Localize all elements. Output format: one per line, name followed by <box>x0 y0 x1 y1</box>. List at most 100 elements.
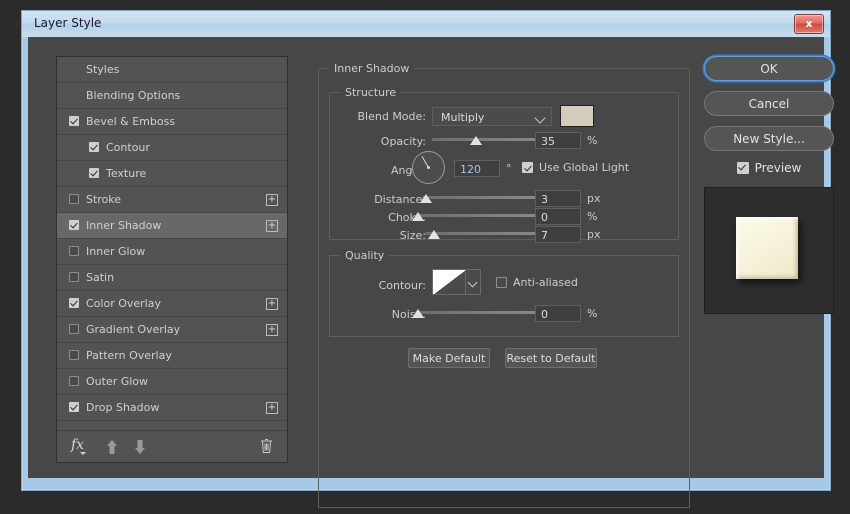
noise-input[interactable]: 0 <box>535 305 581 322</box>
style-item-checkbox[interactable] <box>69 298 79 308</box>
style-item-label: Pattern Overlay <box>86 349 172 362</box>
style-item-label: Texture <box>106 167 146 180</box>
blend-mode-value: Multiply <box>441 111 484 124</box>
blend-mode-label: Blend Mode: <box>340 110 426 123</box>
style-item-checkbox[interactable] <box>69 350 79 360</box>
structure-group: Structure Blend Mode: Multiply Opacity: … <box>329 92 679 240</box>
shadow-color-swatch[interactable] <box>560 105 594 127</box>
style-item-checkbox[interactable] <box>69 324 79 334</box>
style-item-checkbox[interactable] <box>69 272 79 282</box>
style-item-checkbox[interactable] <box>69 220 79 230</box>
style-item-checkbox[interactable] <box>69 116 79 126</box>
opacity-unit: % <box>587 134 597 147</box>
style-list-item-satin[interactable]: Satin <box>57 265 287 291</box>
add-effect-icon[interactable]: + <box>266 402 278 414</box>
inner-shadow-group: Inner Shadow Structure Blend Mode: Multi… <box>318 68 690 508</box>
dialog-body: StylesBlending Options Bevel & Emboss Cont… <box>28 37 824 478</box>
arrow-up-icon[interactable] <box>105 439 119 455</box>
size-input[interactable]: 7 <box>535 226 581 243</box>
arrow-down-icon[interactable] <box>133 439 147 455</box>
structure-group-label: Structure <box>340 86 401 99</box>
style-list-item-inner-glow[interactable]: Inner Glow <box>57 239 287 265</box>
anti-aliased-checkbox[interactable]: Anti-aliased <box>496 276 578 289</box>
chevron-down-icon <box>534 112 545 123</box>
size-slider-thumb[interactable] <box>428 230 440 239</box>
contour-preview-icon[interactable] <box>432 269 466 295</box>
opacity-input[interactable]: 35 <box>535 132 581 149</box>
quality-group: Quality Contour: Anti-aliased Noise: <box>329 255 679 337</box>
layer-style-dialog: Layer Style x StylesBlending Options Beve… <box>21 10 831 491</box>
opacity-slider-thumb[interactable] <box>470 136 482 145</box>
style-item-checkbox[interactable] <box>69 376 79 386</box>
add-effect-icon[interactable]: + <box>266 220 278 232</box>
use-global-light-checkbox[interactable]: Use Global Light <box>522 161 629 174</box>
style-item-label: Drop Shadow <box>86 401 159 414</box>
style-list-item-gradient-overlay[interactable]: Gradient Overlay + <box>57 317 287 343</box>
style-item-checkbox[interactable] <box>89 168 99 178</box>
title-bar[interactable]: Layer Style x <box>22 11 830 37</box>
style-list-item-drop-shadow[interactable]: Drop Shadow + <box>57 395 287 421</box>
trash-icon[interactable] <box>260 438 273 454</box>
distance-label: Distance: <box>340 193 426 206</box>
size-unit: px <box>587 228 601 241</box>
style-list-item-bevel-emboss[interactable]: Bevel & Emboss <box>57 109 287 135</box>
style-item-label: Outer Glow <box>86 375 148 388</box>
distance-unit: px <box>587 192 601 205</box>
style-item-checkbox[interactable] <box>69 194 79 204</box>
style-item-checkbox[interactable] <box>69 246 79 256</box>
style-item-label: Bevel & Emboss <box>86 115 175 128</box>
angle-input[interactable]: 120 <box>454 160 500 177</box>
preview-square <box>736 217 798 279</box>
style-list-item-inner-shadow[interactable]: Inner Shadow + <box>57 213 287 239</box>
cancel-button[interactable]: Cancel <box>704 91 834 116</box>
style-item-label: Stroke <box>86 193 121 206</box>
inner-shadow-group-label: Inner Shadow <box>329 62 414 75</box>
make-default-button[interactable]: Make Default <box>408 348 490 368</box>
distance-input[interactable]: 3 <box>535 190 581 207</box>
new-style-button[interactable]: New Style... <box>704 126 834 151</box>
reset-to-default-button[interactable]: Reset to Default <box>505 348 597 368</box>
angle-unit: ° <box>506 162 512 175</box>
style-item-checkbox[interactable] <box>89 142 99 152</box>
style-list-item-pattern-overlay[interactable]: Pattern Overlay <box>57 343 287 369</box>
style-item-label: Gradient Overlay <box>86 323 180 336</box>
preview-thumbnail <box>704 187 834 314</box>
ok-button[interactable]: OK <box>704 56 834 81</box>
linear-contour-icon <box>433 270 466 295</box>
style-item-label: Color Overlay <box>86 297 161 310</box>
style-list-item-styles[interactable]: Styles <box>57 57 287 83</box>
add-effect-icon[interactable]: + <box>266 324 278 336</box>
contour-label: Contour: <box>340 279 426 292</box>
angle-dial-hub <box>427 166 430 169</box>
style-item-label: Satin <box>86 271 114 284</box>
styles-list[interactable]: StylesBlending Options Bevel & Emboss Cont… <box>57 57 287 430</box>
close-button[interactable]: x <box>794 14 824 34</box>
choke-slider-thumb[interactable] <box>412 212 424 221</box>
style-list-item-texture[interactable]: Texture <box>57 161 287 187</box>
style-item-checkbox[interactable] <box>69 402 79 412</box>
noise-slider-thumb[interactable] <box>412 309 424 318</box>
use-global-light-label: Use Global Light <box>539 161 629 174</box>
fx-icon[interactable]: fx <box>71 437 84 453</box>
preview-checkbox[interactable]: Preview <box>704 161 834 175</box>
size-label: Size: <box>340 229 426 242</box>
style-list-item-blending-options[interactable]: Blending Options <box>57 83 287 109</box>
styles-list-panel: StylesBlending Options Bevel & Emboss Cont… <box>56 56 288 463</box>
blend-mode-select[interactable]: Multiply <box>432 107 552 126</box>
actions-panel: OK Cancel New Style... Preview <box>704 56 836 314</box>
style-item-label: Inner Glow <box>86 245 145 258</box>
angle-dial[interactable] <box>412 151 445 184</box>
distance-slider-thumb[interactable] <box>420 194 432 203</box>
style-list-item-outer-glow[interactable]: Outer Glow <box>57 369 287 395</box>
style-list-item-color-overlay[interactable]: Color Overlay + <box>57 291 287 317</box>
style-list-item-stroke[interactable]: Stroke + <box>57 187 287 213</box>
add-effect-icon[interactable]: + <box>266 194 278 206</box>
style-item-label: Contour <box>106 141 150 154</box>
style-list-item-contour[interactable]: Contour <box>57 135 287 161</box>
style-item-label: Inner Shadow <box>86 219 161 232</box>
choke-input[interactable]: 0 <box>535 208 581 225</box>
contour-dropdown-button[interactable] <box>466 269 481 295</box>
add-effect-icon[interactable]: + <box>266 298 278 310</box>
anti-aliased-box <box>496 277 507 288</box>
anti-aliased-label: Anti-aliased <box>513 276 578 289</box>
